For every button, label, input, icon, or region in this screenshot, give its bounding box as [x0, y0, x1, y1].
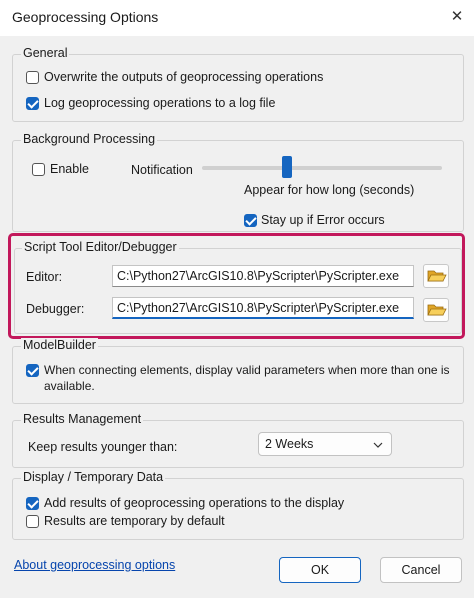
cancel-button[interactable]: Cancel: [380, 557, 462, 583]
keep-results-select[interactable]: 2 Weeks: [258, 432, 392, 456]
script-tool-legend: Script Tool Editor/Debugger: [22, 240, 179, 254]
folder-open-icon: [427, 270, 447, 282]
script-tool-group: [14, 248, 462, 334]
debugger-browse-button[interactable]: [423, 298, 449, 322]
notification-slider-thumb[interactable]: [282, 156, 292, 178]
editor-label: Editor:: [26, 270, 63, 284]
general-group: [12, 54, 464, 122]
results-legend: Results Management: [21, 412, 144, 426]
about-geoprocessing-link[interactable]: About geoprocessing options: [14, 558, 175, 572]
valid-params-label-line1: When connecting elements, display valid …: [44, 363, 450, 377]
keep-results-label: Keep results younger than:: [28, 440, 178, 454]
editor-browse-button[interactable]: [423, 264, 449, 288]
enable-label: Enable: [50, 162, 89, 176]
window-title: Geoprocessing Options: [12, 9, 159, 25]
display-legend: Display / Temporary Data: [21, 470, 166, 484]
temporary-label: Results are temporary by default: [44, 514, 225, 528]
add-results-checkbox[interactable]: [26, 497, 39, 510]
valid-params-checkbox[interactable]: [26, 364, 39, 377]
modelbuilder-legend: ModelBuilder: [21, 338, 98, 352]
valid-params-label-line2: available.: [44, 379, 95, 393]
debugger-input[interactable]: C:\Python27\ArcGIS10.8\PyScripter\PyScri…: [112, 297, 414, 319]
stay-up-label: Stay up if Error occurs: [261, 213, 385, 227]
editor-input[interactable]: C:\Python27\ArcGIS10.8\PyScripter\PyScri…: [112, 265, 414, 287]
overwrite-label: Overwrite the outputs of geoprocessing o…: [44, 70, 324, 84]
chevron-down-icon: [373, 442, 383, 448]
general-legend: General: [21, 46, 70, 60]
log-label: Log geoprocessing operations to a log fi…: [44, 96, 276, 110]
keep-results-value: 2 Weeks: [265, 437, 314, 451]
log-checkbox[interactable]: [26, 97, 39, 110]
temporary-checkbox[interactable]: [26, 515, 39, 528]
notification-slider-track[interactable]: [202, 166, 442, 170]
debugger-label: Debugger:: [26, 302, 85, 316]
notification-label: Notification: [131, 163, 193, 177]
ok-button[interactable]: OK: [279, 557, 361, 583]
slider-caption: Appear for how long (seconds): [244, 183, 415, 197]
background-legend: Background Processing: [21, 132, 158, 146]
enable-checkbox[interactable]: [32, 163, 45, 176]
folder-open-icon: [427, 304, 447, 316]
add-results-label: Add results of geoprocessing operations …: [44, 496, 345, 510]
stay-up-checkbox[interactable]: [244, 214, 257, 227]
close-icon[interactable]: ✕: [446, 6, 468, 28]
overwrite-checkbox[interactable]: [26, 71, 39, 84]
